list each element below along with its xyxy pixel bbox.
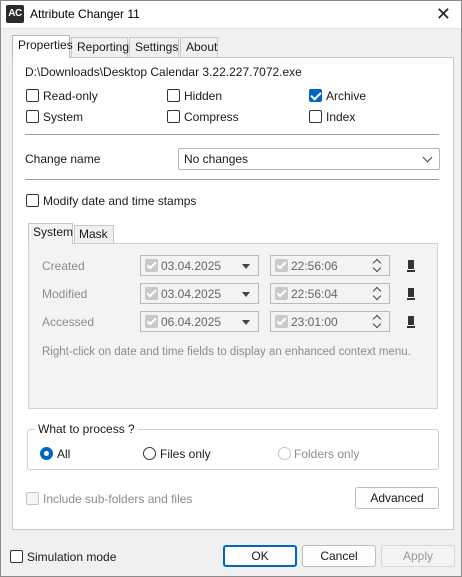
accessed-label: Accessed [42,315,95,329]
archive-label: Archive [326,89,367,103]
time-enable-checkbox[interactable] [275,287,288,300]
read-only-label: Read-only [43,89,98,103]
date-enable-checkbox[interactable] [145,259,158,272]
set-timestamp-icon[interactable] [407,260,415,272]
title-bar[interactable]: AC Attribute Changer 11 ✕ [1,1,461,29]
app-icon: AC [6,5,24,23]
file-path: D:\Downloads\Desktop Calendar 3.22.227.7… [25,65,302,79]
time-enable-checkbox[interactable] [275,259,288,272]
divider [25,134,439,135]
tab-reporting-label: Reporting [77,40,130,54]
simulation-mode-label: Simulation mode [27,550,117,564]
index-checkbox[interactable] [309,110,322,123]
created-label: Created [42,259,85,273]
tab-about-label: About [186,40,218,54]
modified-label: Modified [42,287,88,301]
subtab-system[interactable]: System [28,223,73,244]
divider [25,179,439,180]
simulation-mode-checkbox[interactable] [10,550,23,563]
modify-dates-checkbox[interactable] [26,194,39,207]
index-label: Index [326,110,356,124]
main-window: AC Attribute Changer 11 ✕ Properties Rep… [0,0,462,577]
accessed-time-field[interactable]: 23:01:00 [270,311,390,332]
process-folders-label: Folders only [294,447,360,461]
created-time-field[interactable]: 22:56:06 [270,255,390,276]
chevron-down-icon [422,152,433,163]
accessed-date-value: 06.04.2025 [161,315,222,329]
modify-dates-label: Modify date and time stamps [43,194,197,208]
spin-down-icon[interactable] [372,319,382,329]
change-name-value: No changes [184,152,249,166]
tab-properties[interactable]: Properties [12,35,73,58]
subtab-system-label: System [33,225,74,239]
created-date-field[interactable]: 03.04.2025 [140,255,259,276]
spin-down-icon[interactable] [372,263,382,273]
change-name-label: Change name [25,152,101,166]
compress-checkbox[interactable] [167,110,180,123]
tab-settings-label: Settings [135,40,179,54]
accessed-time-value: 23:01:00 [291,315,338,329]
created-time-value: 22:56:06 [291,259,338,273]
process-files-radio[interactable] [143,447,156,460]
modified-date-value: 03.04.2025 [161,287,222,301]
subtab-mask[interactable]: Mask [74,225,114,244]
context-menu-hint: Right-click on date and time fields to d… [42,346,411,358]
process-files-label: Files only [160,447,211,461]
date-enable-checkbox[interactable] [145,287,158,300]
system-checkbox[interactable] [26,110,39,123]
time-enable-checkbox[interactable] [275,315,288,328]
accessed-date-field[interactable]: 06.04.2025 [140,311,259,332]
modified-date-field[interactable]: 03.04.2025 [140,283,259,304]
tab-reporting[interactable]: Reporting [71,37,130,57]
date-enable-checkbox[interactable] [145,315,158,328]
created-date-value: 03.04.2025 [161,259,222,273]
window-title: Attribute Changer 11 [30,7,140,21]
archive-checkbox[interactable] [309,89,322,102]
compress-label: Compress [184,110,239,124]
process-title: What to process ? [35,422,138,436]
set-timestamp-icon[interactable] [407,316,415,328]
include-subfolders-checkbox[interactable] [26,492,39,505]
apply-button[interactable]: Apply [381,545,455,567]
tab-about[interactable]: About [180,37,218,57]
process-folders-radio[interactable] [278,447,291,460]
tab-properties-label: Properties [18,38,73,52]
include-subfolders-label: Include sub-folders and files [43,492,193,506]
process-all-label: All [57,447,71,461]
ok-button[interactable]: OK [223,545,297,567]
cancel-button[interactable]: Cancel [302,545,376,567]
subtab-mask-label: Mask [79,227,108,241]
dropdown-arrow-icon[interactable] [242,264,250,269]
advanced-button[interactable]: Advanced [355,487,439,509]
hidden-label: Hidden [184,89,223,103]
hidden-checkbox[interactable] [167,89,180,102]
process-all-radio[interactable] [40,447,53,460]
close-icon[interactable]: ✕ [436,3,451,25]
system-label: System [43,110,84,124]
set-timestamp-icon[interactable] [407,288,415,300]
change-name-dropdown[interactable]: No changes [178,148,440,170]
dropdown-arrow-icon[interactable] [242,320,250,325]
tab-settings[interactable]: Settings [129,37,179,57]
modified-time-value: 22:56:04 [291,287,338,301]
spin-down-icon[interactable] [372,291,382,301]
read-only-checkbox[interactable] [26,89,39,102]
dropdown-arrow-icon[interactable] [242,292,250,297]
modified-time-field[interactable]: 22:56:04 [270,283,390,304]
